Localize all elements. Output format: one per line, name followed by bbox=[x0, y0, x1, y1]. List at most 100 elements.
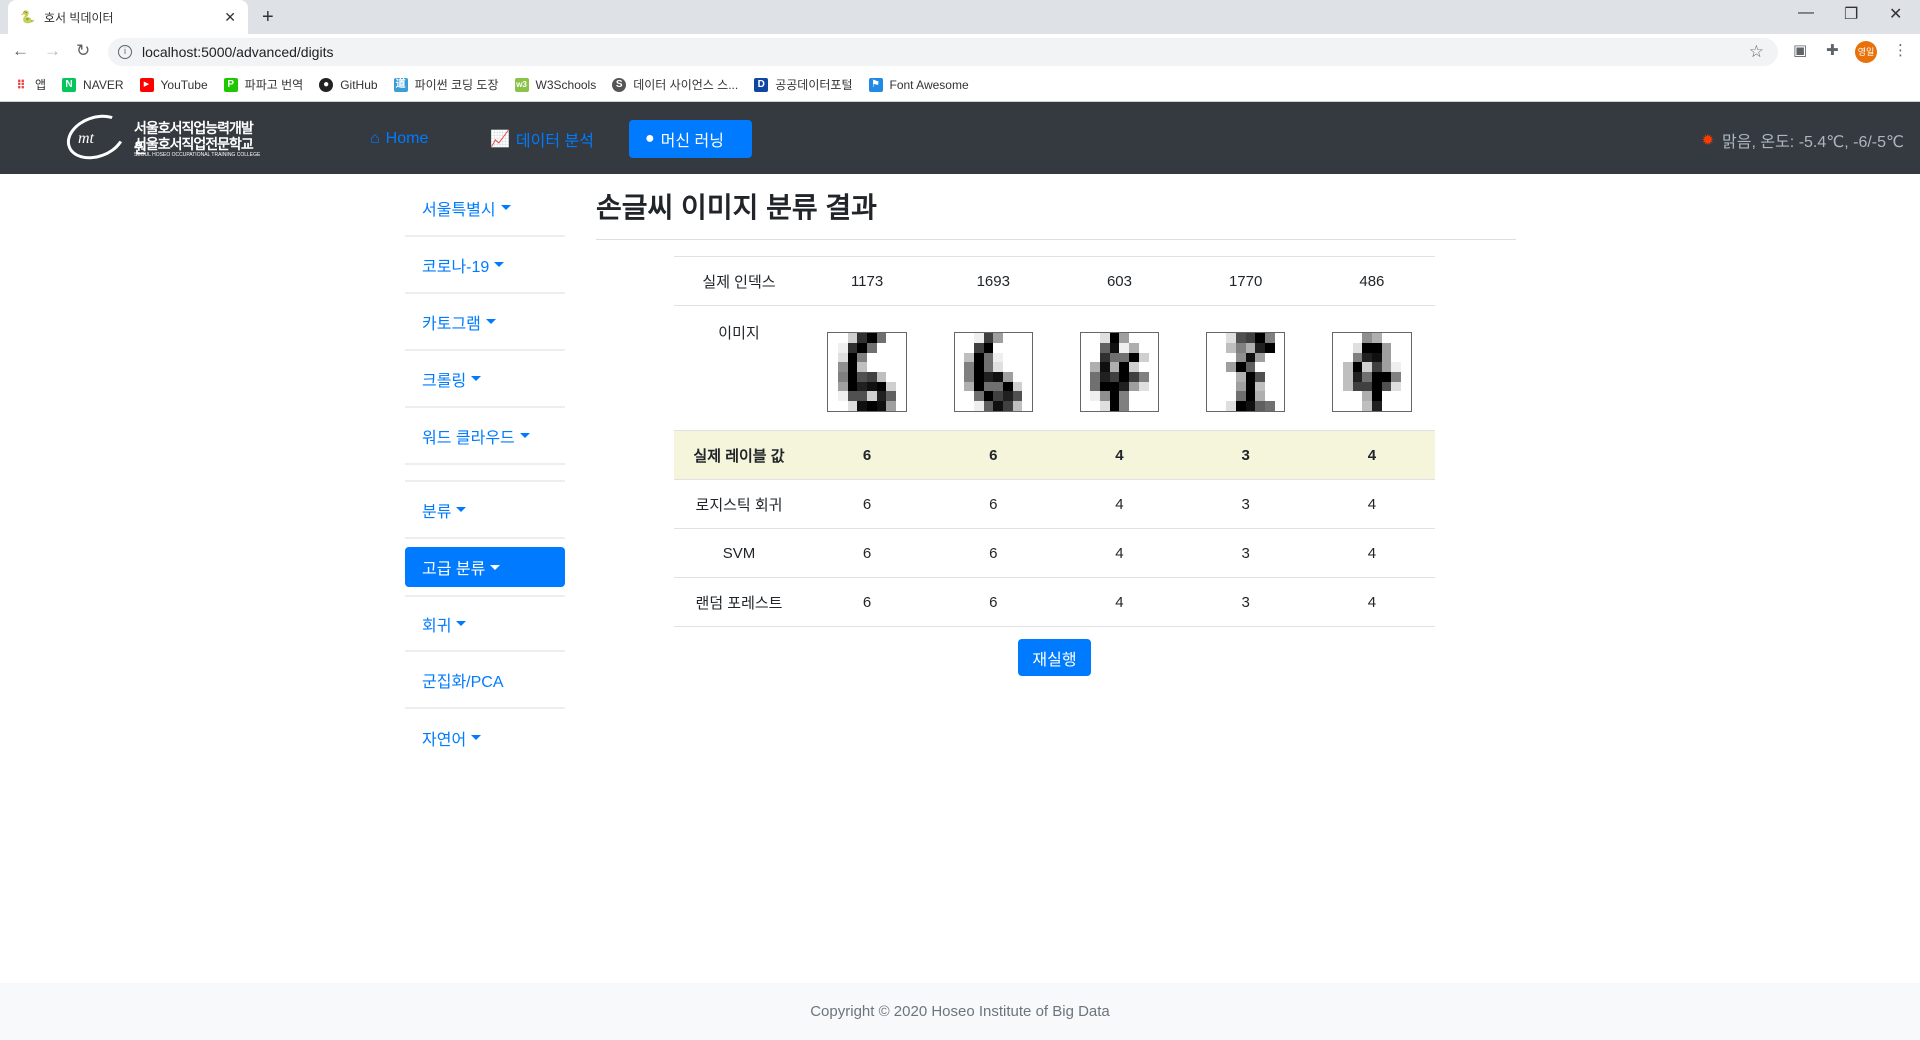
bookmark-youtube[interactable]: ▶ YouTube bbox=[139, 77, 208, 92]
digit-pixel bbox=[1371, 401, 1382, 411]
digit-pixel bbox=[886, 362, 897, 373]
logo[interactable]: mt 서울호서직업능력개발원 서울호서직업전문학교 SEOUL HOSEO OC… bbox=[60, 107, 264, 167]
sidebar-item-clustering-pca[interactable]: 군집화/PCA bbox=[405, 652, 565, 709]
minimize-icon[interactable]: — bbox=[1798, 4, 1814, 22]
digit-pixel bbox=[838, 391, 848, 402]
digit-pixel bbox=[896, 352, 906, 363]
digit-pixel bbox=[1119, 352, 1130, 363]
sidebar-item-covid[interactable]: 코로나-19 bbox=[405, 237, 565, 294]
bookmark-data-portal[interactable]: D 공공데이터포털 bbox=[754, 76, 853, 93]
digit-pixel bbox=[1119, 343, 1130, 353]
value-cell: 4 bbox=[1308, 577, 1435, 627]
digit-pixel bbox=[1148, 381, 1159, 392]
sun-icon: ✹ bbox=[1701, 132, 1715, 149]
digit-pixel bbox=[867, 391, 877, 402]
profile-avatar[interactable]: 영일 bbox=[1855, 41, 1877, 63]
value-cell: 3 bbox=[1182, 430, 1309, 480]
digit-pixel bbox=[1119, 333, 1130, 343]
window-close-icon[interactable]: ✕ bbox=[1889, 4, 1902, 24]
digit-pixel bbox=[1138, 381, 1149, 392]
digit-pixel bbox=[964, 333, 974, 343]
sidebar-item-nlp[interactable]: 자연어 bbox=[405, 709, 565, 766]
digit-pixel bbox=[1400, 333, 1411, 343]
index-cell: 1693 bbox=[930, 256, 1057, 306]
bookmark-w3schools[interactable]: w3 W3Schools bbox=[514, 77, 596, 92]
digit-pixel bbox=[1274, 333, 1285, 343]
digit-pixel bbox=[828, 362, 839, 373]
digit-pixel bbox=[1342, 401, 1353, 411]
digit-pixel bbox=[1100, 381, 1110, 392]
menu-icon[interactable]: ⋮ bbox=[1893, 41, 1908, 59]
bookmark-github[interactable]: ● GitHub bbox=[319, 77, 378, 92]
bookmark-naver[interactable]: N NAVER bbox=[62, 77, 124, 92]
browser-tab[interactable]: 🐍 호서 빅데이터 ✕ bbox=[8, 0, 248, 34]
digit-pixel bbox=[1216, 352, 1227, 363]
sidebar-item-cartogram[interactable]: 카토그램 bbox=[405, 294, 565, 351]
digit-pixel bbox=[876, 352, 887, 363]
bookmark-papago[interactable]: P 파파고 번역 bbox=[223, 76, 303, 93]
nav-machine-learning[interactable]: ● 머신 러닝 bbox=[629, 120, 752, 158]
digit-pixel bbox=[886, 381, 897, 392]
nav-data-analysis[interactable]: 📈 데이터 분석 bbox=[474, 120, 610, 158]
reload-icon[interactable]: ↻ bbox=[76, 41, 90, 61]
forward-icon[interactable]: → bbox=[44, 41, 61, 61]
sidebar-item-regression[interactable]: 회귀 bbox=[405, 595, 565, 652]
close-tab-icon[interactable]: ✕ bbox=[224, 9, 236, 26]
digit-pixel bbox=[1342, 343, 1353, 353]
url-text: localhost:5000/advanced/digits bbox=[142, 44, 334, 60]
bookmark-font-awesome[interactable]: ⚑ Font Awesome bbox=[868, 77, 969, 92]
digit-pixel bbox=[1138, 333, 1149, 343]
back-icon[interactable]: ← bbox=[12, 41, 29, 61]
digit-pixel bbox=[1080, 391, 1091, 402]
restore-icon[interactable]: ❐ bbox=[1844, 4, 1858, 24]
digit-image bbox=[953, 332, 1034, 412]
bookmark-star-icon[interactable]: ☆ bbox=[1749, 42, 1764, 62]
nav-home[interactable]: ⌂ Home bbox=[354, 120, 444, 158]
digit-pixel bbox=[1022, 401, 1033, 411]
puzzle-icon[interactable]: ✚ bbox=[1826, 41, 1839, 59]
digit-pixel bbox=[1400, 401, 1411, 411]
new-tab-icon[interactable]: + bbox=[262, 6, 274, 29]
digit-pixel bbox=[886, 391, 897, 402]
digit-pixel bbox=[828, 372, 839, 382]
navbar: mt 서울호서직업능력개발원 서울호서직업전문학교 SEOUL HOSEO OC… bbox=[0, 102, 1920, 174]
sidebar-item-classification[interactable]: 분류 bbox=[405, 482, 565, 539]
digit-pixel bbox=[896, 362, 906, 373]
digit-pixel bbox=[1274, 362, 1285, 373]
sidebar-item-crawling[interactable]: 크롤링 bbox=[405, 351, 565, 408]
extension-icon[interactable]: ▣ bbox=[1793, 41, 1807, 59]
digit-pixel bbox=[1255, 343, 1266, 353]
digit-pixel bbox=[1352, 372, 1363, 382]
digit-pixel bbox=[1002, 333, 1013, 343]
caret-down-icon bbox=[485, 319, 496, 324]
sidebar-item-seoul[interactable]: 서울특별시 bbox=[405, 180, 565, 237]
caret-down-icon bbox=[490, 564, 501, 570]
bookmark-datascience[interactable]: S 데이터 사이언스 스... bbox=[612, 76, 738, 93]
digit-pixel bbox=[828, 381, 839, 392]
digit-pixel bbox=[1391, 401, 1401, 411]
digit-pixel bbox=[1342, 352, 1353, 363]
digit-pixel bbox=[1080, 362, 1091, 373]
digit-pixel bbox=[1129, 381, 1139, 392]
sidebar-item-wordcloud[interactable]: 워드 클라우드 bbox=[405, 408, 565, 465]
digit-pixel bbox=[838, 401, 848, 411]
digit-pixel bbox=[838, 352, 848, 363]
info-icon[interactable]: i bbox=[118, 45, 132, 59]
sidebar-divider bbox=[405, 465, 565, 482]
rerun-button[interactable]: 재실행 bbox=[1018, 639, 1091, 676]
digit-pixel bbox=[1226, 343, 1236, 353]
sidebar-item-advanced-classification[interactable]: 고급 분류 bbox=[405, 547, 565, 587]
digit-pixel bbox=[1080, 333, 1091, 343]
results-table: 실제 인덱스 1173 1693 603 1770 486 이미지 실제 레이블… bbox=[674, 256, 1435, 627]
bookmark-python-dojang[interactable]: 道 파이썬 코딩 도장 bbox=[393, 76, 499, 93]
value-cell: 3 bbox=[1182, 479, 1309, 529]
bookmark-apps[interactable]: ⠿ 앱 bbox=[14, 76, 46, 93]
digit-pixel bbox=[1206, 391, 1217, 402]
digit-pixel bbox=[1352, 343, 1363, 353]
digit-pixel bbox=[1391, 352, 1401, 363]
url-input[interactable]: i localhost:5000/advanced/digits ☆ bbox=[108, 38, 1778, 66]
logo-arc-icon bbox=[60, 107, 132, 167]
digit-pixel bbox=[1080, 401, 1091, 411]
digit-pixel bbox=[964, 343, 974, 353]
digit-pixel bbox=[973, 381, 984, 392]
